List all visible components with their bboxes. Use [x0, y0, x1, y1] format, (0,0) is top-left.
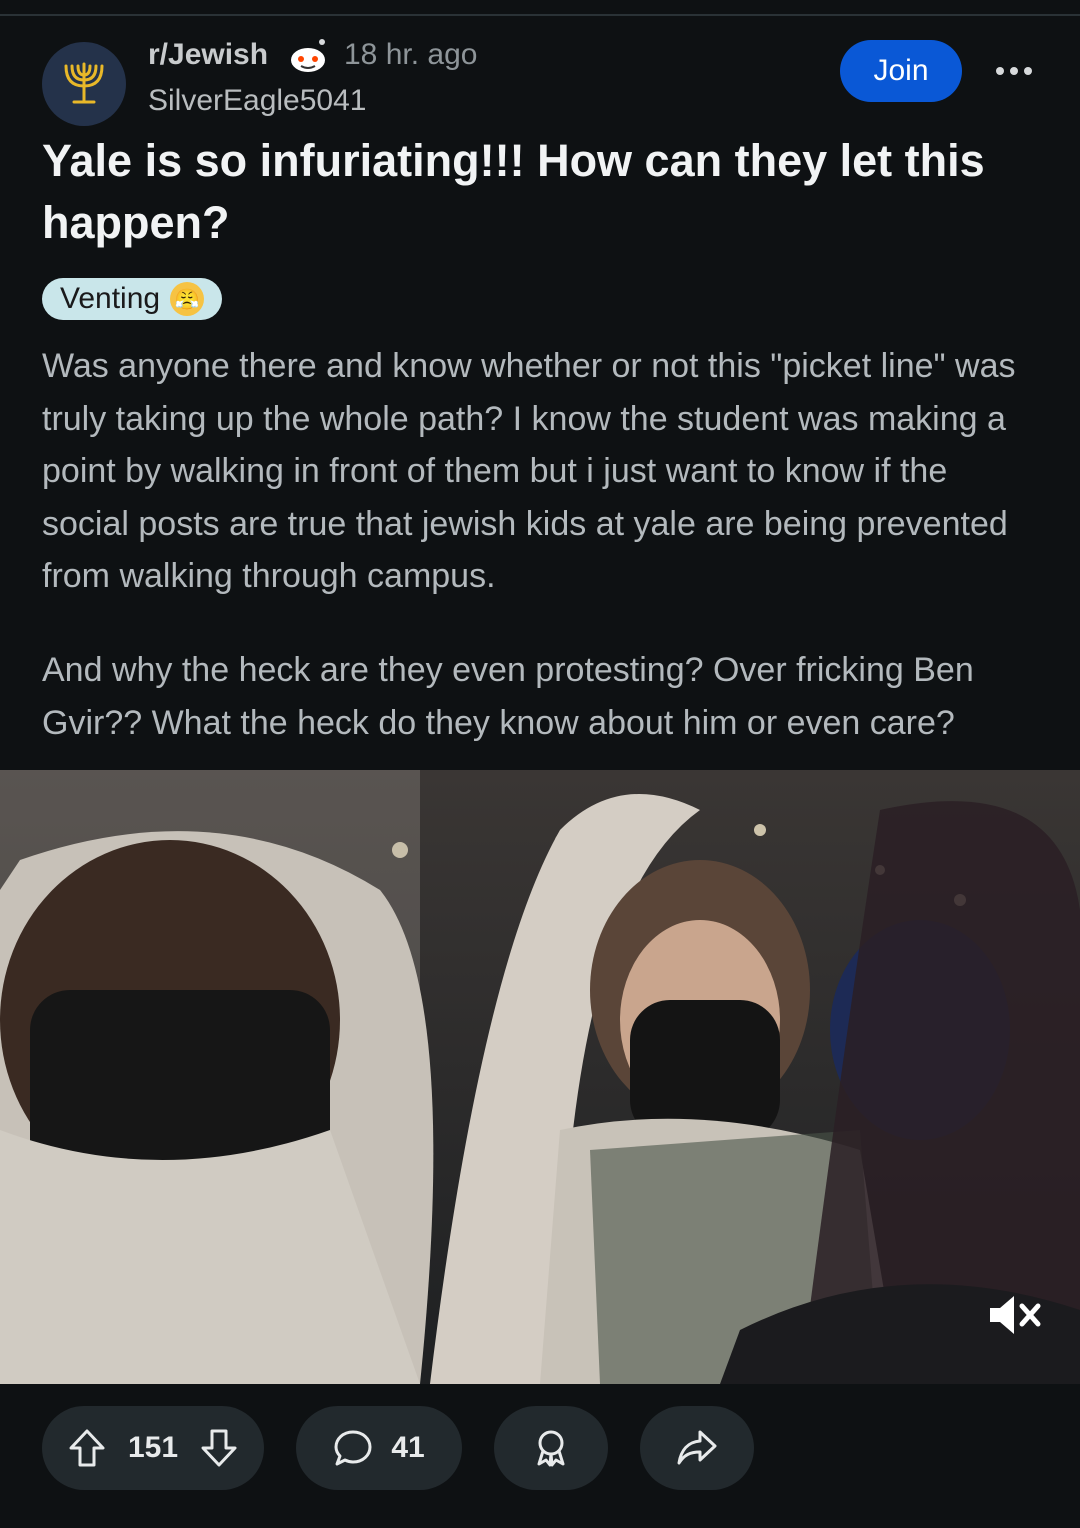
menorah-icon: [64, 62, 104, 104]
upvote-icon[interactable]: [68, 1428, 106, 1468]
mute-icon[interactable]: [986, 1290, 1046, 1340]
author-name[interactable]: SilverEagle5041: [148, 84, 366, 118]
vote-count: 151: [127, 1431, 179, 1464]
video-player[interactable]: [0, 770, 1080, 1384]
steaming-face-emoji-icon: 😤: [170, 282, 205, 316]
comment-icon: [334, 1430, 372, 1466]
top-divider: [0, 14, 1080, 16]
award-button[interactable]: [494, 1406, 608, 1490]
reddit-snoo-icon: [291, 39, 325, 72]
post-flair: Venting 😤: [42, 278, 223, 320]
award-icon: [537, 1430, 565, 1467]
post-action-bar: 151 41: [0, 1406, 1080, 1490]
more-options-icon[interactable]: [992, 56, 1036, 86]
subreddit-avatar[interactable]: [42, 42, 126, 126]
post-body-paragraph: Was anyone there and know whether or not…: [42, 347, 1016, 595]
post-body-paragraph: And why the heck are they even protestin…: [42, 651, 974, 742]
subreddit-name[interactable]: r/Jewish: [148, 38, 268, 72]
comments-button[interactable]: 41: [296, 1406, 462, 1490]
join-button[interactable]: Join: [840, 40, 962, 102]
share-icon: [677, 1430, 717, 1465]
video-frame: [0, 770, 1080, 1384]
post-title[interactable]: Yale is so infuriating!!! How can they l…: [42, 130, 1042, 254]
flair-label: Venting: [60, 282, 161, 315]
post-header: r/Jewish 18 hr. ago SilverEagle5041 Join: [42, 36, 1042, 126]
downvote-icon[interactable]: [200, 1428, 238, 1468]
vote-control: 151: [42, 1406, 264, 1490]
share-button[interactable]: [640, 1406, 754, 1490]
post-time: 18 hr. ago: [344, 38, 478, 71]
comment-count: 41: [391, 1431, 425, 1464]
